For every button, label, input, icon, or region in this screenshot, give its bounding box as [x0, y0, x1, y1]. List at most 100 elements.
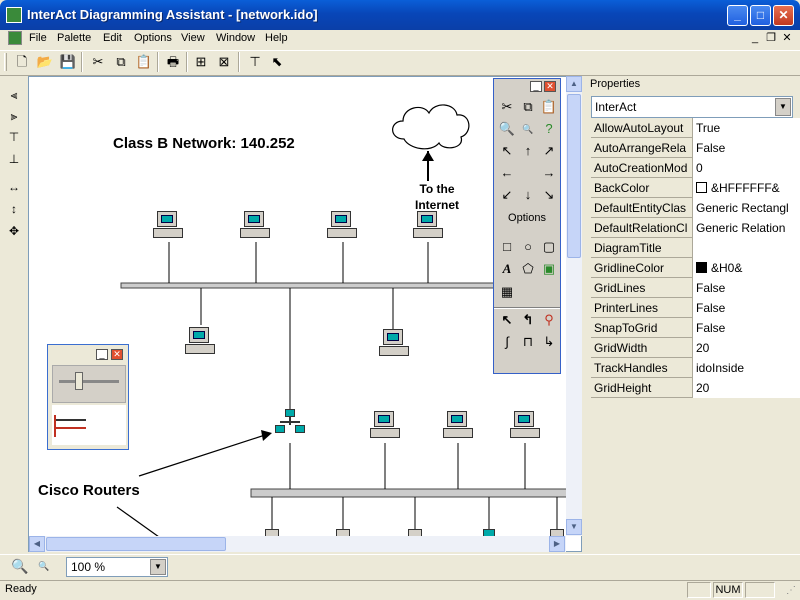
property-value[interactable]: 0 — [693, 158, 800, 178]
property-row[interactable]: AutoCreationMod 0 — [591, 158, 800, 178]
align-left-icon[interactable]: ⫷ — [5, 86, 23, 104]
workstation-icon[interactable] — [443, 411, 473, 441]
property-value[interactable]: &H0& — [693, 258, 800, 278]
image-tool-icon[interactable]: ▣ — [539, 259, 559, 279]
text-tool-icon[interactable]: A — [497, 259, 517, 279]
connector-tool-icon[interactable]: ⚲ — [539, 310, 559, 330]
vertical-scroll-thumb[interactable] — [567, 94, 581, 258]
scroll-up-button[interactable]: ▲ — [566, 76, 582, 92]
internet-cloud[interactable] — [392, 104, 470, 150]
workstation-icon[interactable] — [240, 211, 270, 241]
property-value[interactable]: False — [693, 138, 800, 158]
cut-icon[interactable]: ✂ — [497, 97, 517, 117]
property-value[interactable]: 20 — [693, 378, 800, 398]
zoom-out-icon[interactable]: 🔍 — [36, 558, 52, 574]
new-icon[interactable]: 🗋 — [12, 52, 32, 72]
property-value[interactable]: Generic Rectangl — [693, 198, 800, 218]
menu-options[interactable]: Options — [134, 32, 172, 44]
menu-palette[interactable]: Palette — [57, 32, 91, 44]
ellipse-tool-icon[interactable]: ○ — [518, 237, 538, 257]
arrow-left-icon[interactable]: ← — [497, 163, 517, 183]
table-tool-icon[interactable]: ▦ — [497, 282, 517, 302]
property-value[interactable]: idoInside — [693, 358, 800, 378]
save-icon[interactable]: 💾 — [58, 52, 78, 72]
property-row[interactable]: GridWidth 20 — [591, 338, 800, 358]
workstation-icon[interactable] — [185, 327, 215, 357]
orthogonal-line-tool-icon[interactable]: ↰ — [518, 310, 538, 330]
property-row[interactable]: BackColor &HFFFFFF& — [591, 178, 800, 198]
zoom-select[interactable]: 100 % ▼ — [66, 557, 168, 577]
workstation-icon[interactable] — [153, 211, 183, 241]
zoom-in-icon[interactable]: 🔍 — [497, 119, 517, 139]
same-height-icon[interactable]: ↕ — [5, 200, 23, 218]
object-selector[interactable]: InterAct ▼ — [591, 96, 793, 118]
workstation-icon[interactable] — [413, 211, 443, 241]
align-right-icon[interactable]: ⫸ — [5, 107, 23, 125]
straight-line-tool-icon[interactable]: ↖ — [497, 310, 517, 330]
layout-icon[interactable]: ⊠ — [214, 52, 234, 72]
menu-help[interactable]: Help — [265, 32, 288, 44]
zoom-in-icon[interactable]: 🔍 — [10, 556, 30, 576]
polygon-tool-icon[interactable]: ⬠ — [518, 259, 538, 279]
property-value[interactable]: Generic Relation — [693, 218, 800, 238]
same-width-icon[interactable]: ↔ — [5, 178, 23, 196]
arrow-down-icon[interactable]: ↓ — [518, 185, 538, 205]
step-line-tool-icon[interactable]: ⊓ — [518, 332, 538, 352]
workstation-icon[interactable] — [510, 411, 540, 441]
arrow-up-left-icon[interactable]: ↖ — [497, 141, 517, 161]
bottom-network-bus[interactable] — [250, 488, 582, 498]
zoom-out-icon[interactable]: 🔍 — [518, 119, 538, 139]
scroll-left-button[interactable]: ◀ — [29, 536, 45, 552]
property-value[interactable] — [693, 238, 800, 258]
menu-edit[interactable]: Edit — [103, 32, 122, 44]
minimize-button[interactable]: _ — [727, 5, 748, 26]
property-row[interactable]: SnapToGrid False — [591, 318, 800, 338]
elbow-line-tool-icon[interactable]: ↳ — [539, 332, 559, 352]
paste-icon[interactable]: 📋 — [134, 52, 154, 72]
arrow-down-right-icon[interactable]: ↘ — [539, 185, 559, 205]
mdi-minimize-button[interactable]: _ — [748, 32, 762, 45]
paste-icon[interactable]: 📋 — [539, 97, 559, 117]
property-row[interactable]: PrinterLines False — [591, 298, 800, 318]
property-value[interactable]: False — [693, 298, 800, 318]
toolbar-grip[interactable] — [4, 53, 7, 71]
maximize-button[interactable]: □ — [750, 5, 771, 26]
palette-minimize-button[interactable]: _ — [530, 81, 542, 92]
horizontal-scroll-thumb[interactable] — [46, 537, 226, 551]
cut-icon[interactable]: ✂ — [88, 52, 108, 72]
workstation-icon[interactable] — [370, 411, 400, 441]
open-icon[interactable]: 📂 — [35, 52, 55, 72]
curve-tool-icon[interactable]: ∫ — [497, 332, 517, 352]
property-value[interactable]: False — [693, 278, 800, 298]
workstation-icon[interactable] — [379, 329, 409, 359]
overview-minimize-button[interactable]: _ — [96, 349, 108, 360]
property-row[interactable]: GridLines False — [591, 278, 800, 298]
property-row[interactable]: DefaultEntityClas Generic Rectangl — [591, 198, 800, 218]
rectangle-tool-icon[interactable]: □ — [497, 237, 517, 257]
workstation-icon[interactable] — [327, 211, 357, 241]
property-row[interactable]: GridlineColor &H0& — [591, 258, 800, 278]
menu-window[interactable]: Window — [216, 32, 255, 44]
pointer-icon[interactable]: ⬉ — [267, 52, 287, 72]
property-value[interactable]: 20 — [693, 338, 800, 358]
diagram-thumbnail[interactable] — [52, 405, 126, 445]
property-value[interactable]: True — [693, 118, 800, 138]
arrange-icon[interactable]: ⊞ — [191, 52, 211, 72]
property-row[interactable]: GridHeight 20 — [591, 378, 800, 398]
copy-icon[interactable]: ⧉ — [111, 52, 131, 72]
help-icon[interactable]: ? — [539, 119, 559, 139]
close-button[interactable]: ✕ — [773, 5, 794, 26]
align-top-icon[interactable]: ⊤ — [5, 128, 23, 146]
property-row[interactable]: DefaultRelationCl Generic Relation — [591, 218, 800, 238]
print-icon[interactable]: 🖶 — [163, 52, 183, 72]
scroll-down-button[interactable]: ▼ — [566, 519, 582, 535]
property-row[interactable]: DiagramTitle — [591, 238, 800, 258]
property-value[interactable]: False — [693, 318, 800, 338]
top-network-bus[interactable] — [120, 282, 498, 289]
property-row[interactable]: AllowAutoLayout True — [591, 118, 800, 138]
menu-file[interactable]: File — [29, 32, 47, 44]
align-bottom-icon[interactable]: ⊥ — [5, 150, 23, 168]
zoom-slider[interactable] — [52, 365, 126, 403]
document-icon[interactable] — [8, 31, 22, 45]
property-row[interactable]: TrackHandles idoInside — [591, 358, 800, 378]
